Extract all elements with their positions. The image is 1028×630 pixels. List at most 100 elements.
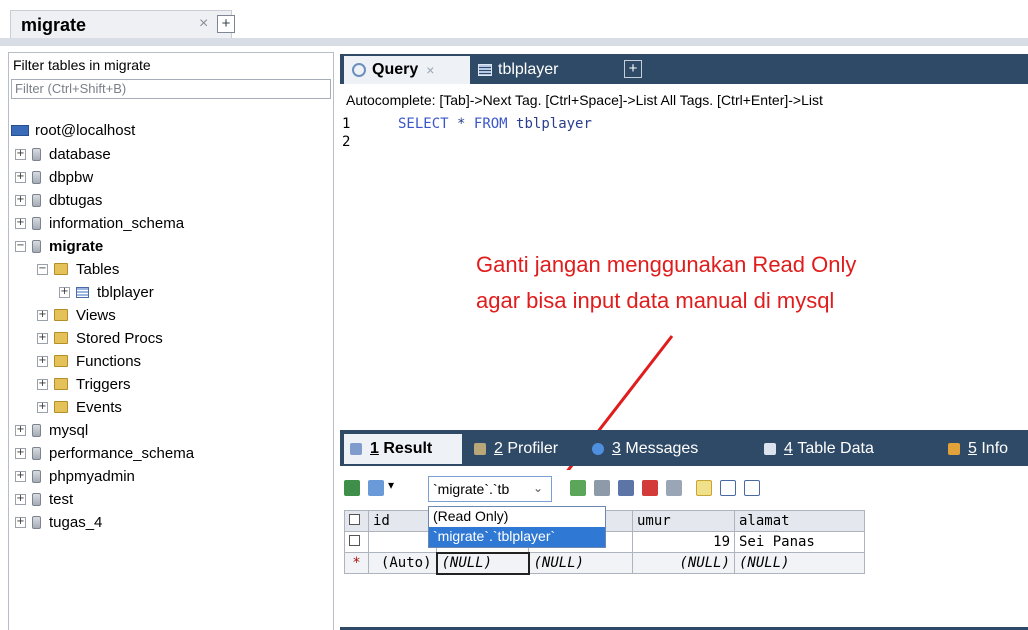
tab-query[interactable]: Query ×: [344, 56, 470, 84]
tree-db-database[interactable]: + database: [15, 143, 111, 165]
cancel-icon[interactable]: [666, 480, 682, 496]
col-header-alamat[interactable]: alamat: [734, 510, 865, 532]
close-icon[interactable]: ×: [426, 62, 434, 78]
new-query-tab-button[interactable]: +: [624, 60, 642, 78]
copy-icon[interactable]: [368, 480, 384, 496]
result-icon: [350, 443, 362, 455]
tree-db-mysql[interactable]: + mysql: [15, 419, 88, 441]
cell-umur[interactable]: 19: [632, 531, 735, 553]
line-number: 1: [342, 116, 351, 132]
tree-folder-stored-procs[interactable]: + Stored Procs: [37, 327, 163, 349]
tree-folder-views[interactable]: + Views: [37, 304, 116, 326]
database-icon: [32, 170, 41, 184]
tree-folder-events[interactable]: + Events: [37, 396, 122, 418]
cell-alamat[interactable]: Sei Panas: [734, 531, 865, 553]
expand-icon[interactable]: +: [15, 171, 26, 183]
tab-tblplayer[interactable]: tblplayer: [472, 56, 622, 84]
table-select-dropdown: (Read Only) `migrate`.`tblplayer`: [428, 506, 606, 548]
cell-game[interactable]: (NULL): [528, 552, 633, 574]
cell-umur[interactable]: (NULL): [632, 552, 735, 574]
connection-tab-migrate[interactable]: migrate × +: [10, 10, 235, 38]
filter-input[interactable]: Filter (Ctrl+Shift+B): [11, 79, 331, 99]
text-view-icon[interactable]: [744, 480, 760, 496]
tree-db-phpmyadmin[interactable]: + phpmyadmin: [15, 465, 135, 487]
folder-icon: [54, 378, 68, 390]
expand-icon[interactable]: +: [15, 217, 26, 229]
new-connection-button[interactable]: +: [217, 15, 235, 33]
tab-profiler-label: Profiler: [507, 440, 559, 457]
tab-tblplayer-label: tblplayer: [498, 61, 559, 78]
database-icon: [32, 492, 41, 506]
col-header-id[interactable]: id: [368, 510, 437, 532]
result-toolbar: ▾ `migrate`.`tb ⌄: [340, 470, 1028, 506]
tab-info[interactable]: 5 Info: [948, 434, 1008, 464]
tree-folder-tables[interactable]: − Tables: [37, 258, 119, 280]
chevron-down-icon[interactable]: ▾: [388, 478, 394, 492]
tab-messages[interactable]: 3 Messages: [592, 434, 698, 464]
select-all-checkbox[interactable]: [344, 510, 369, 532]
expand-icon[interactable]: +: [15, 493, 26, 505]
table-select[interactable]: `migrate`.`tb ⌄: [428, 476, 552, 502]
expand-icon[interactable]: +: [37, 309, 48, 321]
tree-folder-triggers[interactable]: + Triggers: [37, 373, 130, 395]
save-icon[interactable]: [618, 480, 634, 496]
col-header-umur[interactable]: umur: [632, 510, 735, 532]
tree-server[interactable]: root@localhost: [11, 119, 135, 141]
tree-db-tugas-4[interactable]: + tugas_4: [15, 511, 102, 533]
tab-query-label: Query: [372, 61, 419, 78]
tree-folder-functions[interactable]: + Functions: [37, 350, 141, 372]
expand-icon[interactable]: +: [15, 470, 26, 482]
query-code[interactable]: SELECT * FROM tblplayer: [398, 116, 592, 132]
expand-icon[interactable]: +: [37, 378, 48, 390]
delete-icon[interactable]: [642, 480, 658, 496]
server-icon: [11, 124, 29, 136]
tree-db-dbtugas[interactable]: + dbtugas: [15, 189, 102, 211]
form-view-icon[interactable]: [720, 480, 736, 496]
expand-icon[interactable]: +: [37, 401, 48, 413]
tab-table-data[interactable]: 4 Table Data: [764, 434, 874, 464]
tree-db-migrate[interactable]: − migrate: [15, 235, 103, 257]
expand-icon[interactable]: +: [15, 424, 26, 436]
query-icon: [352, 63, 366, 77]
database-icon: [32, 239, 41, 253]
database-icon: [32, 515, 41, 529]
code-keyword-select: SELECT: [398, 116, 449, 132]
export-icon[interactable]: [344, 480, 360, 496]
expand-icon[interactable]: +: [15, 148, 26, 160]
tree-table-tblplayer[interactable]: + tblplayer: [59, 281, 154, 303]
checkbox-icon[interactable]: [349, 535, 360, 546]
cell-name[interactable]: (NULL): [435, 551, 530, 575]
checkbox-icon[interactable]: [349, 514, 360, 525]
tab-result[interactable]: 1 Result: [344, 434, 462, 464]
database-icon: [32, 469, 41, 483]
new-row[interactable]: * (Auto) (NULL) (NULL) (NULL) (NULL): [344, 551, 865, 575]
dropdown-option-tblplayer[interactable]: `migrate`.`tblplayer`: [429, 527, 605, 547]
row-checkbox[interactable]: [344, 531, 369, 553]
tree-db-test[interactable]: + test: [15, 488, 73, 510]
close-icon[interactable]: ×: [199, 15, 208, 33]
expand-icon[interactable]: +: [15, 194, 26, 206]
collapse-icon[interactable]: −: [15, 240, 26, 252]
expand-icon[interactable]: +: [37, 355, 48, 367]
tree-db-performance-schema[interactable]: + performance_schema: [15, 442, 194, 464]
duplicate-row-icon[interactable]: [594, 480, 610, 496]
tab-profiler[interactable]: 2 Profiler: [474, 434, 558, 464]
expand-icon[interactable]: +: [15, 447, 26, 459]
add-row-icon[interactable]: [570, 480, 586, 496]
db-label: dbpbw: [49, 168, 94, 186]
grid-view-icon[interactable]: [696, 480, 712, 496]
cell-alamat[interactable]: (NULL): [734, 552, 865, 574]
database-icon: [32, 193, 41, 207]
chevron-down-icon[interactable]: ⌄: [533, 481, 543, 495]
tree-db-information-schema[interactable]: + information_schema: [15, 212, 184, 234]
cell-id[interactable]: (Auto): [368, 552, 437, 574]
expand-icon[interactable]: +: [59, 286, 70, 298]
dropdown-option-read-only[interactable]: (Read Only): [429, 507, 605, 527]
cell-id[interactable]: [368, 531, 437, 553]
tree-db-dbpbw[interactable]: + dbpbw: [15, 166, 93, 188]
expand-icon[interactable]: +: [37, 332, 48, 344]
tab-table-data-num: 4: [784, 440, 793, 457]
annotation-line-1: Ganti jangan menggunakan Read Only: [476, 252, 857, 277]
expand-icon[interactable]: +: [15, 516, 26, 528]
collapse-icon[interactable]: −: [37, 263, 48, 275]
